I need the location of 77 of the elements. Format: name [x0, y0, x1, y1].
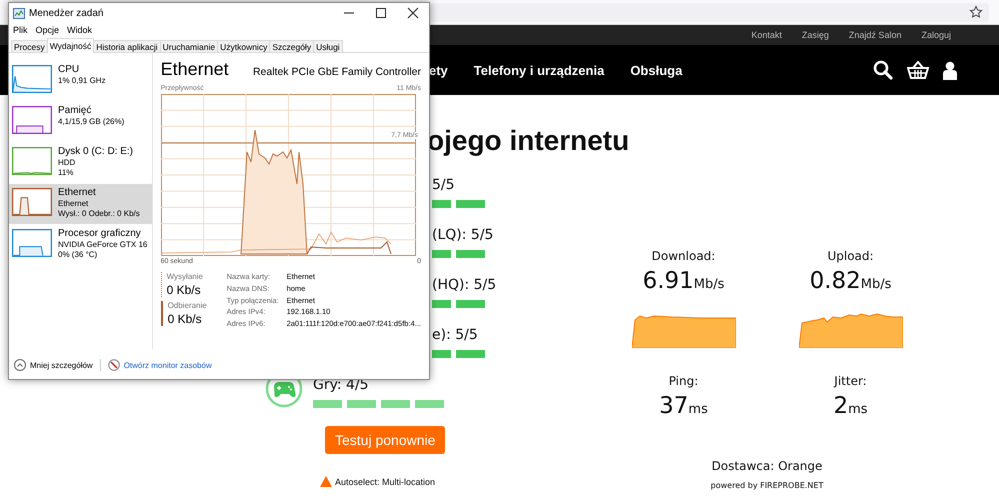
rating-bars-drawing: [432, 300, 485, 308]
rating-label: (LQ): 5/5: [432, 226, 494, 244]
tab[interactable]: Uruchamianie: [160, 40, 218, 52]
adapter-name: Realtek PCIe GbE Family Controller: [252, 66, 421, 78]
rate-value: 0 Kb/s: [168, 312, 203, 326]
result-value: 0.82 Mb/s: [810, 267, 892, 296]
rate-value: 0 Kb/s: [166, 283, 202, 297]
powered-by-text: powered by: [710, 481, 759, 490]
device-detail: 11%: [58, 168, 74, 178]
device-name: Pamięć: [58, 104, 92, 117]
top-link[interactable]: Kontakt: [751, 30, 782, 40]
tab[interactable]: Użytkownicy: [217, 40, 270, 52]
rate-label: Wysyłanie: [166, 272, 204, 281]
panel-title: Ethernet: [160, 59, 229, 80]
rating-bar: [415, 400, 444, 408]
device-item[interactable]: Ethernet Ethernet Wysł.: 0 Odebr.: 0 Kb/s: [9, 184, 152, 224]
result-value: 6.91 Mb/s: [642, 267, 724, 296]
device-name: Procesor graficzny: [58, 227, 142, 240]
device-name: CPU: [58, 63, 80, 76]
result-value: 2 ms: [833, 392, 868, 421]
warning-triangle-icon: [320, 476, 332, 487]
user-icon[interactable]: [943, 60, 957, 80]
page-heading: ojego internetu: [427, 125, 630, 157]
nav-link[interactable]: Telefony i urządzenia: [474, 62, 604, 78]
rating-bars-drawing: [432, 250, 485, 258]
rating-bar: [381, 400, 410, 408]
rating-bar: [347, 400, 376, 408]
window-title: Menedżer zadań: [29, 8, 104, 18]
provider-label: Dostawca: Orange: [710, 459, 824, 473]
resource-monitor-link[interactable]: Otwórz monitor zasobów: [124, 360, 212, 370]
device-detail: Ethernet: [58, 199, 90, 209]
rating-bars-drawing: [432, 200, 485, 208]
device-detail: Wysł.: 0 Odebr.: 0 Kb/s: [58, 209, 140, 219]
device-name: Ethernet: [58, 186, 97, 199]
device-detail: 1% 0,91 GHz: [58, 76, 106, 86]
top-link[interactable]: Zasięg: [802, 30, 829, 40]
menu-item[interactable]: Widok: [67, 25, 92, 35]
rating-label: e): 5/5: [432, 326, 478, 344]
device-item[interactable]: CPU 1% 0,91 GHz: [9, 61, 152, 101]
tab[interactable]: Usługi: [313, 40, 343, 52]
fewer-details-link[interactable]: Mniej szczegółów: [30, 360, 93, 370]
collapse-icon[interactable]: [14, 359, 26, 371]
device-detail: 4,1/15,9 GB (26%): [58, 117, 124, 127]
nav-link[interactable]: Obsługa: [630, 62, 682, 78]
result-value: 37 ms: [659, 392, 708, 421]
menu-item[interactable]: Opcje: [36, 25, 60, 35]
device-item[interactable]: Dysk 0 (C: D: E:) HDD 11%: [9, 143, 152, 183]
rating-label: 5/5: [432, 176, 455, 194]
rating-bar: [313, 400, 342, 408]
device-item[interactable]: Procesor graficzny NVIDIA GeForce GTX 16 0% (36 °C): [9, 225, 152, 265]
menu-item[interactable]: Plik: [13, 25, 28, 35]
search-icon[interactable]: [873, 60, 893, 80]
server-label: Autoselect: Multi-location: [335, 476, 436, 486]
powered-by-link[interactable]: FIREPROBE.NET: [760, 481, 824, 490]
device-name: Dysk 0 (C: D: E:): [58, 145, 134, 158]
nav-link[interactable]: ety: [429, 62, 448, 78]
basket-icon[interactable]: [907, 61, 929, 79]
tab[interactable]: Historia aplikacji: [93, 40, 161, 52]
tab[interactable]: Procesy: [11, 40, 48, 52]
device-item[interactable]: Pamięć 4,1/15,9 GB (26%): [9, 102, 152, 142]
device-detail: 0% (36 °C): [58, 250, 98, 260]
rating-label: (HQ): 5/5: [432, 276, 496, 294]
result-label: Jitter:: [834, 374, 867, 390]
tab[interactable]: Wydajność: [46, 38, 94, 53]
device-detail: NVIDIA GeForce GTX 16: [58, 240, 148, 250]
device-detail: HDD: [58, 158, 76, 168]
top-link[interactable]: Znajdź Salon: [848, 30, 902, 40]
result-label: Download:: [652, 249, 716, 265]
result-label: Upload:: [827, 249, 874, 265]
resource-monitor-icon: [108, 359, 120, 371]
top-link[interactable]: Zaloguj: [921, 30, 951, 40]
rate-label: Odbieranie: [168, 301, 208, 310]
tab[interactable]: Szczegóły: [269, 40, 314, 52]
bookmark-star-icon[interactable]: [969, 5, 983, 19]
result-label: Ping:: [668, 374, 698, 390]
app-icon: [13, 8, 25, 18]
rating-bars-drawing: [432, 350, 485, 358]
